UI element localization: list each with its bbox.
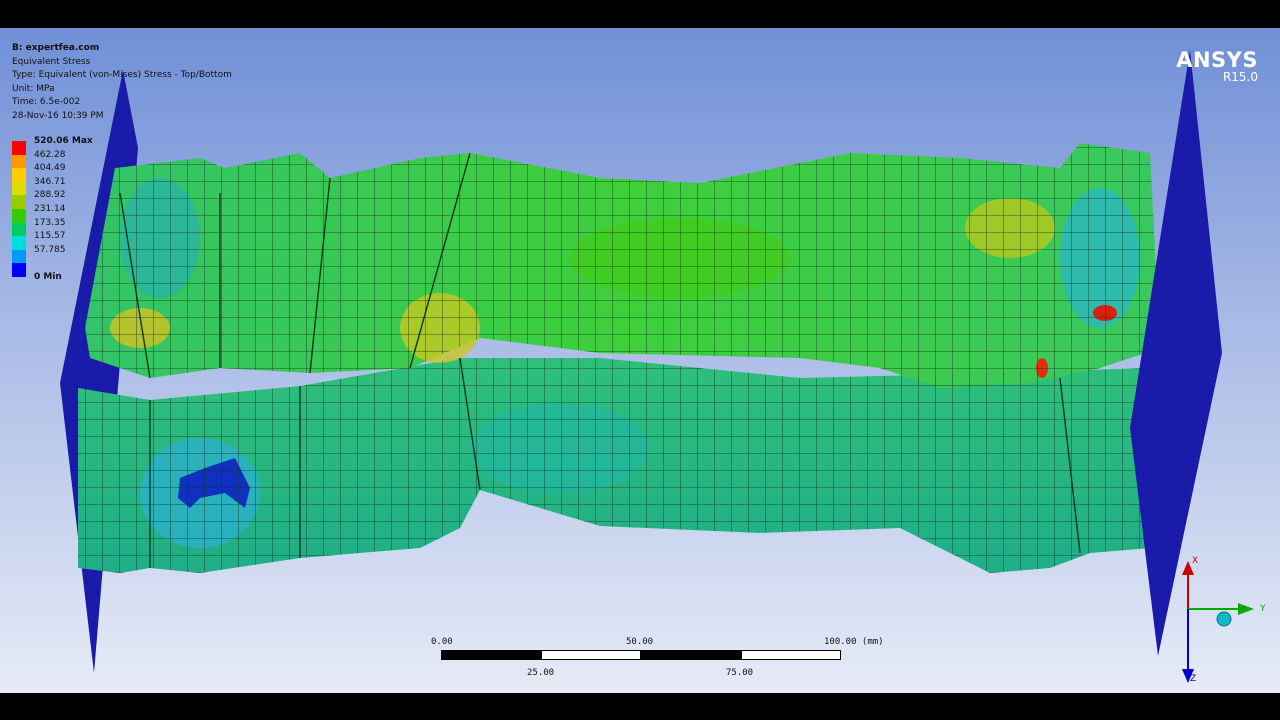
result-time: Time: 6.5e-002 <box>12 97 81 107</box>
result-unit: Unit: MPa <box>12 83 55 94</box>
triad-origin-ball-icon <box>1216 611 1232 627</box>
ansys-logo: ANSYS R15.0 <box>1176 48 1258 84</box>
legend-swatch <box>12 208 26 223</box>
legend-label: 520.06 Max <box>34 136 93 146</box>
scale-segment-4 <box>741 650 841 660</box>
legend-swatch <box>12 141 26 155</box>
brand-version: R15.0 <box>1222 70 1258 84</box>
legend-label: 462.28 <box>34 149 66 160</box>
scale-label-0: 0.00 <box>431 637 453 647</box>
coordinate-triad[interactable]: X Y Z <box>1160 553 1270 683</box>
legend-swatch <box>12 222 26 237</box>
scale-label-75: 75.00 <box>726 668 754 678</box>
scale-segment-1 <box>441 650 541 660</box>
triad-z-label: Z <box>1190 674 1196 683</box>
legend-swatch <box>12 181 26 196</box>
system-label: B: expertfea.com <box>12 43 100 53</box>
legend-swatch <box>12 195 26 209</box>
result-type: Type: Equivalent (von-Mises) Stress - To… <box>12 70 232 80</box>
legend-label: 231.14 <box>34 203 66 214</box>
y-axis-arrow-icon <box>1238 603 1254 615</box>
scale-label-50: 50.00 <box>626 637 654 647</box>
legend-label: 346.71 <box>34 176 66 187</box>
legend-swatch <box>12 154 26 169</box>
scale-label-25: 25.00 <box>527 668 555 678</box>
legend-min-label: 0 Min <box>34 272 62 282</box>
legend-swatch <box>12 236 26 250</box>
screenshot-frame: B: expertfea.com Equivalent Stress Type:… <box>0 0 1280 720</box>
result-date: 28-Nov-16 10:39 PM <box>12 110 104 121</box>
legend-label: 115.57 <box>34 231 66 242</box>
legend-label: 173.35 <box>34 217 66 228</box>
result-name: Equivalent Stress <box>12 56 91 67</box>
scale-label-100: 100.00 (mm) <box>824 637 884 647</box>
legend-swatch <box>12 249 26 264</box>
result-info-block: B: expertfea.com Equivalent Stress Type:… <box>12 42 232 123</box>
triad-y-label: Y <box>1259 604 1266 614</box>
legend-label: 404.49 <box>34 163 66 174</box>
brand-name: ANSYS <box>1176 48 1258 72</box>
fea-model-scene[interactable] <box>0 28 1280 693</box>
graphics-viewport[interactable]: B: expertfea.com Equivalent Stress Type:… <box>0 28 1280 693</box>
legend-swatch <box>12 168 26 182</box>
legend-label: 288.92 <box>34 190 66 201</box>
scale-segment-2 <box>541 650 641 660</box>
legend-label: 57.785 <box>34 244 66 255</box>
legend-swatch <box>12 263 26 277</box>
triad-x-label: X <box>1192 556 1198 566</box>
scale-segment-3 <box>641 650 741 660</box>
